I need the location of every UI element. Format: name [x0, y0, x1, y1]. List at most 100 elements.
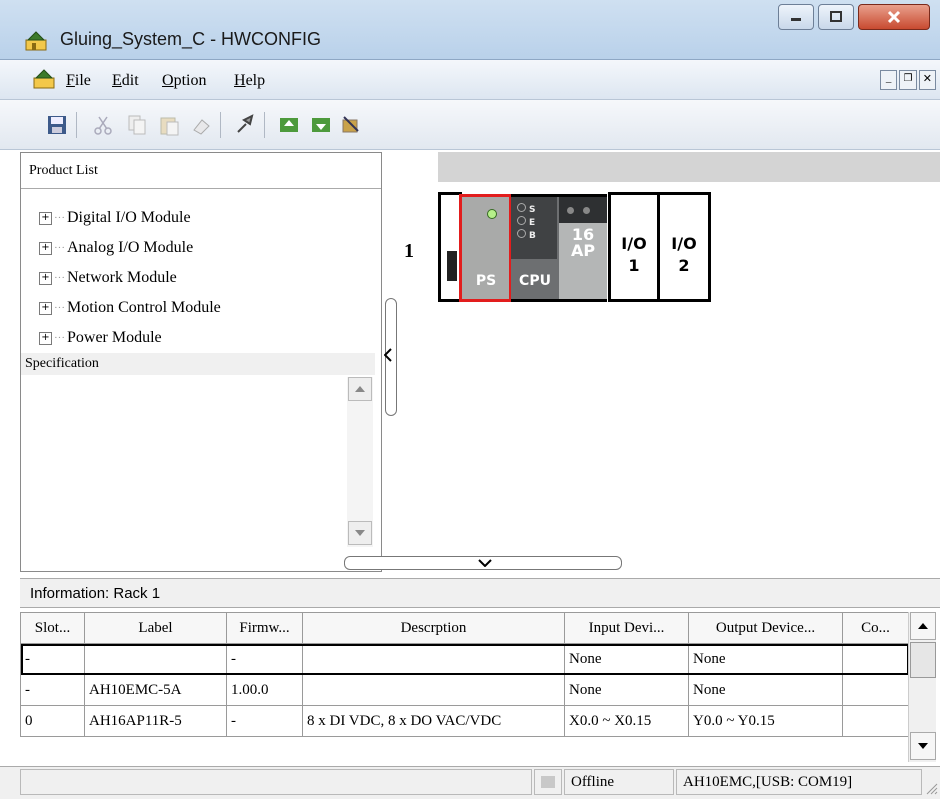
download-button[interactable] — [308, 112, 334, 138]
column-header[interactable]: Input Devi... — [564, 612, 689, 644]
led-b-icon — [517, 229, 526, 238]
info-table-container: Slot... Label Firmw... Descrption Input … — [20, 612, 908, 762]
table-scroll-down-button[interactable] — [910, 732, 936, 760]
led-e-icon — [517, 216, 526, 225]
column-header[interactable]: Co... — [842, 612, 908, 644]
io-slot-1[interactable]: I/O 1 — [608, 192, 660, 302]
ps-module[interactable]: PS — [459, 194, 512, 302]
table-cell: 8 x DI VDC, 8 x DO VAC/VDC — [302, 705, 565, 737]
ap-led-icon — [583, 207, 590, 214]
window-title: Gluing_System_C - HWCONFIG — [60, 29, 322, 49]
tree-item-label: Network Module — [67, 269, 177, 286]
io-slot-text: I/O — [621, 234, 647, 253]
tree-item-power[interactable]: + ··· Power Module — [39, 323, 379, 353]
ap-module[interactable]: 16 AP — [559, 194, 607, 302]
expand-icon[interactable]: + — [39, 241, 52, 255]
collapse-left-icon[interactable] — [384, 348, 392, 362]
cut-button[interactable] — [90, 112, 116, 138]
tree-item-analog-io[interactable]: + ··· Analog I/O Module — [39, 233, 379, 263]
app-icon — [25, 31, 47, 51]
status-mode: Offline — [564, 769, 674, 795]
upload-button[interactable] — [276, 112, 302, 138]
table-cell — [302, 674, 565, 706]
toolbar-separator — [264, 112, 265, 138]
tree-item-digital-io[interactable]: + ··· Digital I/O Module — [39, 203, 379, 233]
table-cell: - — [226, 643, 303, 675]
mdi-minimize-button[interactable]: _ — [880, 70, 898, 90]
cpu-module[interactable]: S E B CPU — [511, 194, 559, 302]
menu-edit[interactable]: Edit — [112, 72, 139, 90]
mdi-controls: _ ❐ ✕ — [880, 70, 936, 90]
resize-grip-icon[interactable] — [924, 781, 938, 795]
table-cell: None — [688, 674, 843, 706]
expand-icon[interactable]: + — [39, 271, 52, 285]
ap-label-bottom: AP — [570, 241, 596, 260]
ap-led-panel — [559, 197, 607, 223]
table-scroll-thumb[interactable] — [910, 642, 936, 678]
copy-button[interactable] — [124, 112, 150, 138]
arrow-down-icon — [918, 743, 928, 749]
ps-label: PS — [475, 273, 497, 289]
paste-icon — [160, 117, 179, 136]
led-e-label: E — [529, 218, 536, 228]
io-slot-label: I/O 2 — [660, 233, 708, 277]
io-slot-number: 1 — [628, 256, 640, 275]
menu-help[interactable]: Help — [234, 72, 265, 90]
menu-option[interactable]: Option — [162, 72, 206, 90]
table-cell: AH10EMC-5A — [84, 674, 227, 706]
tree-item-motion-control[interactable]: + ··· Motion Control Module — [39, 293, 379, 323]
paste-button[interactable] — [156, 112, 182, 138]
expand-icon[interactable]: + — [39, 331, 52, 345]
erase-button[interactable] — [188, 112, 214, 138]
save-button[interactable] — [44, 112, 70, 138]
scan-button[interactable] — [338, 112, 364, 138]
expand-icon[interactable]: + — [39, 211, 52, 225]
info-table: Slot... Label Firmw... Descrption Input … — [20, 612, 908, 737]
copy-icon — [128, 115, 146, 135]
menu-bar: _ ❐ ✕ — [0, 60, 940, 100]
table-scroll-up-button[interactable] — [910, 612, 936, 640]
minimize-button[interactable] — [778, 4, 814, 30]
close-button[interactable] — [858, 4, 930, 30]
table-row[interactable]: 0 AH16AP11R-5 - 8 x DI VDC, 8 x DO VAC/V… — [20, 705, 908, 737]
table-scrollbar[interactable] — [908, 612, 936, 762]
maximize-button[interactable] — [818, 4, 854, 30]
table-row[interactable]: - - None None — [20, 643, 908, 675]
collapse-down-icon[interactable] — [478, 559, 492, 567]
column-header[interactable]: Slot... — [20, 612, 85, 644]
status-connection: AH10EMC,[USB: COM19] — [676, 769, 922, 795]
close-icon — [887, 10, 901, 24]
specification-scrollbar[interactable] — [347, 377, 373, 547]
column-header[interactable]: Firmw... — [226, 612, 303, 644]
menu-file[interactable]: File — [66, 72, 91, 90]
connect-button[interactable] — [232, 112, 258, 138]
upload-icon — [280, 118, 298, 132]
specification-title: Specification — [25, 356, 99, 371]
mdi-close-button[interactable]: ✕ — [918, 70, 936, 90]
download-icon — [312, 118, 330, 132]
table-row[interactable]: - AH10EMC-5A 1.00.0 None None — [20, 674, 908, 706]
expand-icon[interactable]: + — [39, 301, 52, 315]
save-icon — [48, 116, 66, 134]
column-header[interactable]: Descrption — [302, 612, 565, 644]
column-header[interactable]: Label — [84, 612, 227, 644]
io-slot-2[interactable]: I/O 2 — [657, 192, 711, 302]
eraser-icon — [193, 119, 210, 135]
scroll-up-button[interactable] — [348, 377, 372, 401]
table-cell: - — [20, 674, 85, 706]
table-cell: Y0.0 ~ Y0.15 — [688, 705, 843, 737]
table-cell: X0.0 ~ X0.15 — [564, 705, 689, 737]
scroll-down-button[interactable] — [348, 521, 372, 545]
tree-item-network[interactable]: + ··· Network Module — [39, 263, 379, 293]
rack-number: 1 — [404, 240, 414, 262]
cpu-led-labels: S E B — [517, 203, 536, 242]
column-header[interactable]: Output Device... — [688, 612, 843, 644]
information-title: Information: Rack 1 — [30, 585, 161, 602]
table-cell: - — [20, 643, 85, 675]
table-cell — [842, 705, 908, 737]
tree-item-label: Motion Control Module — [67, 299, 221, 316]
rack-connector — [447, 251, 457, 281]
tree-item-label: Analog I/O Module — [67, 239, 194, 256]
table-cell: - — [226, 705, 303, 737]
mdi-restore-button[interactable]: ❐ — [899, 70, 917, 90]
